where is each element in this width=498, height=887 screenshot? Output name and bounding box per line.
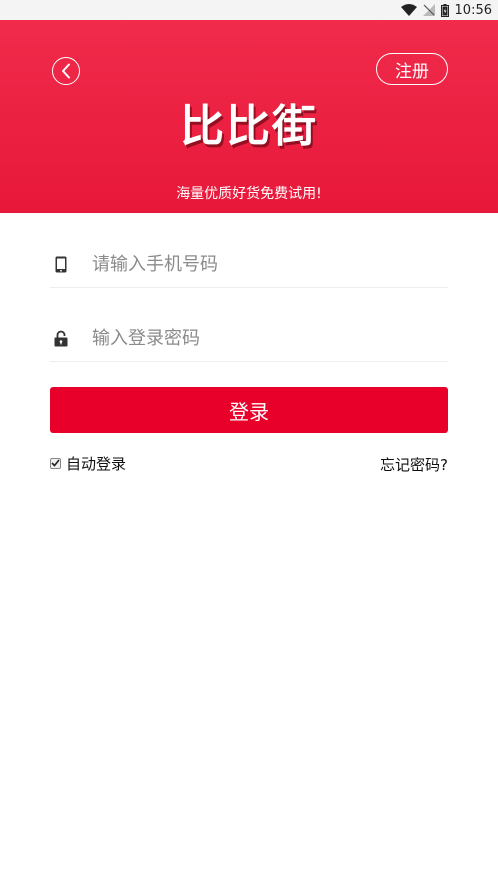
battery-icon [440,3,449,17]
back-button[interactable] [52,57,80,85]
checkmark-icon [51,459,60,467]
auto-login[interactable]: 自动登录 [50,454,127,473]
auto-login-checkbox[interactable] [50,457,61,469]
status-bar: 10:56 [0,0,498,20]
password-input[interactable] [92,328,432,349]
signal-icon [422,4,435,16]
header: 注册 比比街 海量优质好货免费试用! [0,20,498,213]
forgot-password-link[interactable]: 忘记密码? [380,454,448,475]
login-button[interactable]: 登录 [50,387,448,433]
password-field [50,316,448,362]
status-time: 10:56 [454,2,492,18]
phone-input[interactable] [92,254,432,275]
slogan: 海量优质好货免费试用! [176,186,322,202]
app-title: 比比街 [180,101,318,152]
register-button[interactable]: 注册 [376,53,448,85]
phone-field [50,242,448,288]
lock-icon [52,330,70,347]
chevron-left-icon [60,63,72,79]
wifi-icon [400,4,417,16]
auto-login-label: 自动登录 [66,454,127,473]
phone-icon [52,256,70,273]
